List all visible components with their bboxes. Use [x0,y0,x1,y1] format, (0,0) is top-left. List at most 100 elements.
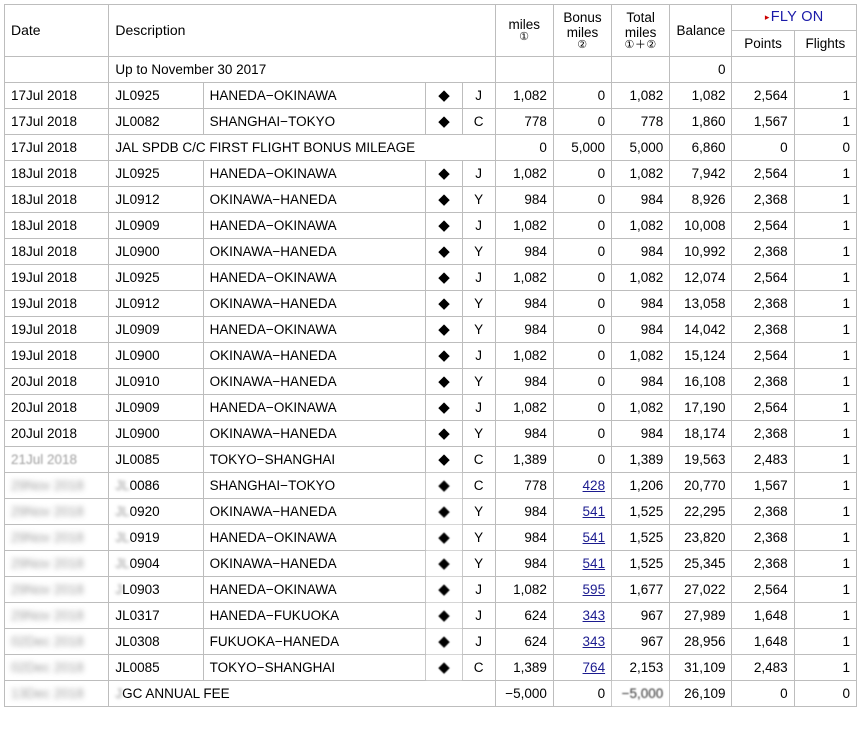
cell-total-miles [611,56,671,83]
cell-bonus-miles[interactable]: 595 [552,576,613,603]
bonus-miles-link[interactable]: 764 [583,660,606,675]
cell-balance: 27,022 [669,576,733,603]
diamond-marker-icon: ◆ [425,290,463,317]
cell-flight-number[interactable]: JL0086 [108,472,204,499]
bonus-miles-link[interactable]: 541 [583,530,606,545]
cell-flight-number[interactable]: JL0317 [108,602,204,629]
table-row: 20Jul 2018 JL0909 HANEDA−OKINAWA ◆ J 1,082 0 1,… [3,394,858,421]
bonus-miles-link[interactable]: 541 [583,556,606,571]
cell-flight-number[interactable]: JL0909 [108,212,204,239]
cell-bonus-miles[interactable]: 541 [552,524,613,551]
date-text: 17Jul 2018 [11,88,78,103]
fly-on-label: FLY ON [770,9,824,26]
cell-booking-class: Y [461,524,496,551]
cell-flight-number[interactable]: JL0082 [108,108,204,135]
cell-fly-on-flights: 1 [793,524,858,551]
cell-total-miles: 984 [611,186,671,213]
cell-bonus-miles[interactable]: 764 [552,654,613,681]
cell-flight-number[interactable]: JL0308 [108,628,204,655]
bonus-miles-link[interactable]: 343 [583,634,606,649]
column-header-balance[interactable]: Balance [669,4,733,57]
red-triangle-icon: ▸ [764,12,770,23]
column-header-bonus-miles[interactable]: Bonus miles ② [552,4,613,57]
cell-flight-number[interactable]: JL0085 [108,654,204,681]
column-header-miles[interactable]: miles ① [494,4,554,57]
cell-flight-number[interactable]: JL0900 [108,238,204,265]
cell-flight-number[interactable]: JL0912 [108,290,204,317]
table-row: 21Jul 2018 JL0085 TOKYO−SHANGHAI ◆ C 1,389 0 1,… [3,446,858,473]
column-header-total-line1: Total [626,9,655,25]
cell-balance: 8,926 [669,186,733,213]
cell-bonus-miles[interactable]: 541 [552,498,613,525]
cell-flight-number[interactable]: JL0900 [108,420,204,447]
flight-number-text: 0920 [129,504,160,519]
date-text: 21Jul 2018 [11,452,78,467]
cell-flight-number[interactable]: JL0925 [108,160,204,187]
cell-miles: 1,389 [494,654,554,681]
cell-miles [494,56,554,83]
cell-flight-number[interactable]: JL0904 [108,550,204,577]
cell-flight-number[interactable]: JL0912 [108,186,204,213]
column-header-description[interactable]: Description [108,4,496,57]
cell-flight-number[interactable]: JL0903 [108,576,204,603]
cell-bonus-miles: 0 [552,680,613,707]
table-row: 19Jul 2018 JL0909 HANEDA−OKINAWA ◆ Y 984 0 984 1… [3,316,858,343]
cell-total-miles: 5,000 [611,134,671,161]
cell-total-miles: 2,153 [611,654,671,681]
table-row: 29Nov 2018 JL0904 OKINAWA−HANEDA ◆ Y 984 541 1,… [3,550,858,577]
cell-bonus-miles[interactable]: 343 [552,602,613,629]
masked-prefix: JL [115,478,130,493]
table-row-opening-balance: Up to November 30 2017 0 [3,56,858,83]
cell-flight-number[interactable]: JL0910 [108,368,204,395]
cell-fly-on-flights: 1 [793,264,858,291]
column-header-total-line2: miles [624,24,657,40]
column-header-points[interactable]: Points [731,30,795,57]
cell-date: 18Jul 2018 [3,160,110,187]
cell-booking-class: J [461,576,496,603]
cell-flight-number[interactable]: JL0085 [108,446,204,473]
cell-balance: 7,942 [669,160,733,187]
cell-miles: 1,389 [494,446,554,473]
cell-bonus-miles[interactable]: 541 [552,550,613,577]
cell-flight-number[interactable]: JL0925 [108,82,204,109]
cell-route: OKINAWA−HANEDA [202,550,427,577]
column-header-flights[interactable]: Flights [793,30,858,57]
date-text: 19Jul 2018 [11,322,78,337]
cell-flight-number[interactable]: JL0909 [108,394,204,421]
bonus-miles-link[interactable]: 595 [583,582,606,597]
cell-fly-on-points: 1,648 [731,602,795,629]
cell-total-miles: 1,389 [611,446,671,473]
cell-fly-on-points: 2,368 [731,290,795,317]
column-header-fly-on[interactable]: ▸FLY ON [731,4,857,31]
cell-total-miles: −5,000 [611,680,671,707]
cell-route: HANEDA−FUKUOKA [202,602,427,629]
bonus-miles-link[interactable]: 428 [583,478,606,493]
cell-flight-number[interactable]: JL0925 [108,264,204,291]
table-row: 18Jul 2018 JL0925 HANEDA−OKINAWA ◆ J 1,082 0 1,… [3,160,858,187]
cell-fly-on-points: 2,564 [731,576,795,603]
bonus-miles-link[interactable]: 541 [583,504,606,519]
cell-balance: 0 [669,56,733,83]
bonus-miles-link[interactable]: 343 [583,608,606,623]
cell-total-miles: 1,082 [611,264,671,291]
cell-bonus-miles[interactable]: 428 [552,472,613,499]
cell-route: OKINAWA−HANEDA [202,342,427,369]
cell-flight-number[interactable]: JL0900 [108,342,204,369]
date-text: 29Nov 2018 [11,478,84,493]
cell-flight-number[interactable]: JL0919 [108,524,204,551]
table-body: Up to November 30 2017 0 17Jul 2018 JL0925 H… [3,56,858,707]
column-header-total-miles[interactable]: Total miles ①＋② [611,4,671,57]
cell-date: 02Dec 2018 [3,654,110,681]
column-header-miles-label: miles [508,17,541,33]
cell-fly-on-points: 0 [731,134,795,161]
cell-booking-class: J [461,342,496,369]
cell-bonus-miles[interactable]: 343 [552,628,613,655]
column-header-date[interactable]: Date [3,4,110,57]
masked-prefix: J [115,686,123,701]
cell-fly-on-flights: 1 [793,82,858,109]
cell-flight-number[interactable]: JL0920 [108,498,204,525]
cell-flight-number[interactable]: JL0909 [108,316,204,343]
cell-booking-class: Y [461,498,496,525]
cell-fly-on-points: 2,368 [731,524,795,551]
cell-booking-class: J [461,602,496,629]
